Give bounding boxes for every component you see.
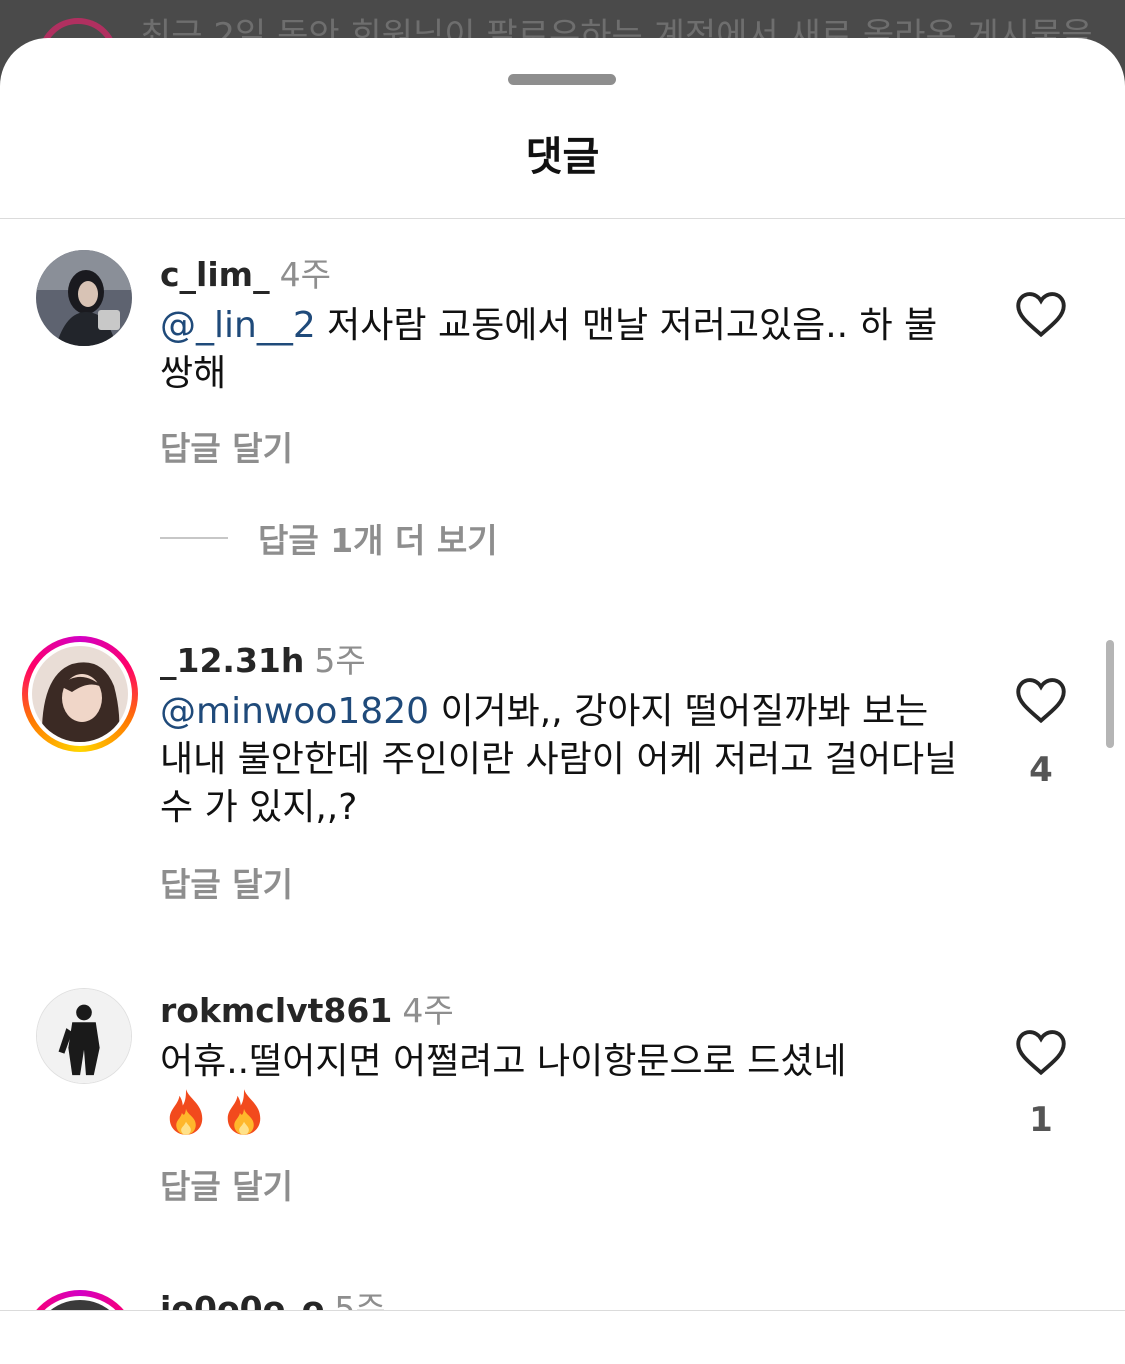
comment-time: 4주 [402, 991, 454, 1030]
view-replies-label: 답글 1개 더 보기 [258, 521, 498, 560]
replies-divider-line [160, 537, 228, 539]
comment-time: 4주 [279, 255, 331, 294]
sheet-drag-handle[interactable] [508, 74, 616, 85]
fire-emoji [169, 1089, 203, 1135]
header-divider [0, 218, 1125, 219]
reply-button[interactable]: 답글 달기 [160, 422, 293, 470]
heart-icon[interactable] [1015, 676, 1067, 724]
avatar-image [36, 250, 132, 346]
heart-icon[interactable] [1015, 1028, 1067, 1076]
scrollbar[interactable] [1106, 640, 1114, 748]
comment-text: @minwoo1820 이거봐,, 강아지 떨어질까봐 보는내내 불안한데 주인… [160, 688, 960, 832]
username[interactable]: c_lim_ [160, 255, 270, 294]
heart-icon[interactable] [1015, 290, 1067, 338]
like-count: 4 [1029, 750, 1053, 790]
like-count: 1 [1029, 1100, 1053, 1140]
mention-link[interactable]: @_lin__2 [160, 305, 316, 346]
comment-meta: c_lim_ 4주 [160, 248, 331, 296]
reply-button[interactable]: 답글 달기 [160, 1160, 293, 1208]
avatar[interactable] [36, 250, 132, 346]
comment-text: @_lin__2 저사람 교동에서 맨날 저러고있음.. 하 불쌍해 [160, 302, 960, 398]
avatar-image [32, 646, 128, 742]
avatar-image [37, 989, 131, 1083]
mention-link[interactable]: @minwoo1820 [160, 691, 429, 732]
emoji-reaction-bar [0, 1310, 1125, 1364]
view-replies-button[interactable]: 답글 1개 더 보기 [160, 514, 498, 562]
comment-meta: rokmclvt861 4주 [160, 984, 454, 1032]
comment-text: 어휴..떨어지면 어쩔려고 나이항문으로 드셨네 [160, 1038, 960, 1138]
comment-body: 어휴..떨어지면 어쩔려고 나이항문으로 드셨네 [160, 1041, 847, 1082]
username[interactable]: rokmclvt861 [160, 991, 392, 1030]
comment-meta: _12.31h 5주 [160, 634, 366, 682]
sheet-title: 댓글 [525, 134, 600, 180]
fire-emoji [227, 1089, 261, 1135]
username[interactable]: _12.31h [160, 641, 304, 680]
story-ring-avatar[interactable] [22, 636, 138, 752]
avatar [32, 646, 128, 742]
avatar[interactable] [36, 988, 132, 1084]
comments-sheet: 댓글 c_lim_ 4주 @_lin__2 저사람 교동에서 맨날 저러고있음..… [0, 38, 1125, 1364]
comment-time: 5주 [314, 641, 366, 680]
reply-button[interactable]: 답글 달기 [160, 858, 293, 906]
